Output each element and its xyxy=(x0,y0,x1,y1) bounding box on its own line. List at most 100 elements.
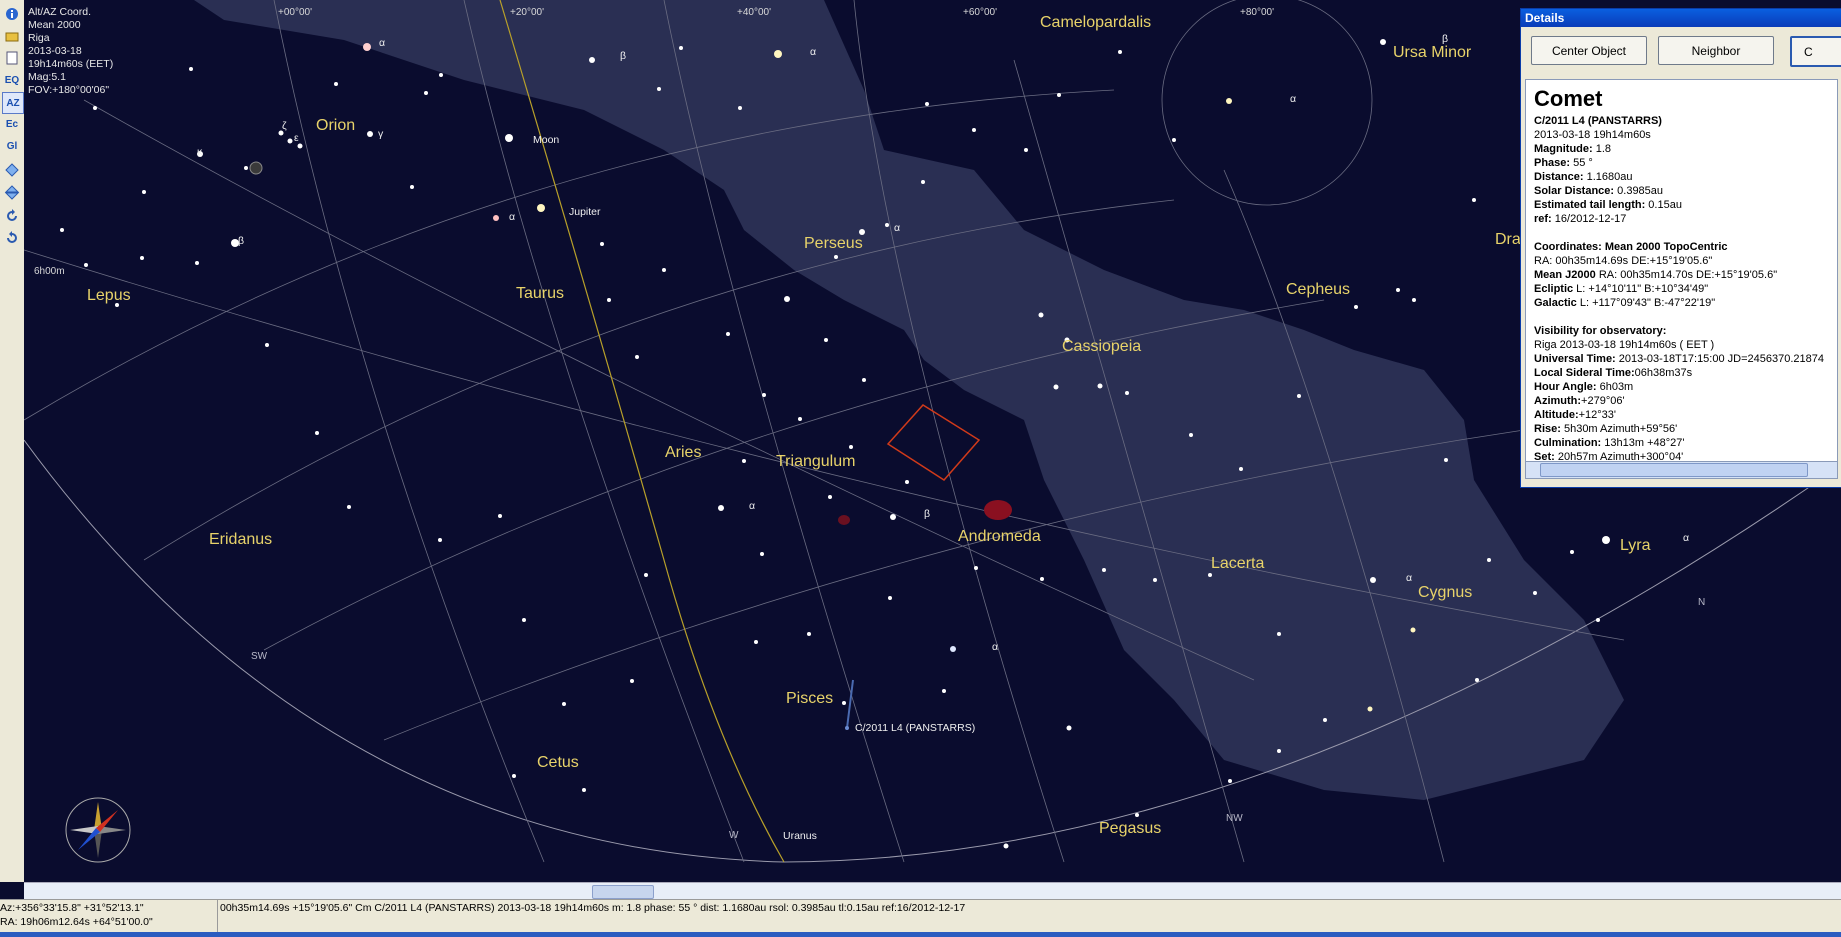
left-toolbar: EQ AZ Ec Gl xyxy=(0,0,25,882)
center-object-button[interactable]: Center Object xyxy=(1531,36,1647,65)
object-name: C/2011 L4 (PANSTARRS) xyxy=(1534,115,1662,127)
direction-nw: NW xyxy=(1226,813,1243,824)
chart-horizontal-scrollbar[interactable] xyxy=(24,882,1841,900)
constellation-ursa-minor: Ursa Minor xyxy=(1393,44,1472,61)
azimuth-key: Azimuth: xyxy=(1534,395,1582,407)
observatory-label: Riga xyxy=(28,32,50,44)
rotate-right-icon[interactable] xyxy=(2,206,22,226)
ref-key: ref: xyxy=(1534,213,1552,225)
object-label-jupiter: Jupiter xyxy=(569,206,601,218)
altaz-button[interactable]: AZ xyxy=(2,92,24,114)
grid-label-ra80: +80°00' xyxy=(1240,7,1274,18)
star-label-gamma: γ xyxy=(378,128,384,140)
star-label-beta: β xyxy=(620,50,627,62)
phase-key: Phase: xyxy=(1534,157,1571,169)
visibility-header: Visibility for observatory: xyxy=(1534,325,1667,337)
ut-value: 2013-03-18T17:15:00 JD=2456370.21874 xyxy=(1615,353,1824,365)
culmination-value: 13h13m +48°27' xyxy=(1601,437,1685,449)
flip-vertical-icon[interactable] xyxy=(2,182,22,202)
equatorial-button[interactable]: EQ xyxy=(2,70,22,90)
altitude-value: +12°33' xyxy=(1578,409,1617,421)
info-icon[interactable] xyxy=(2,4,22,24)
status-radec: RA: 19h06m12.64s +64°51'00.0" xyxy=(0,916,153,928)
details-content: Comet C/2011 L4 (PANSTARRS) 2013-03-18 1… xyxy=(1525,79,1838,464)
magnitude-key: Magnitude: xyxy=(1534,143,1593,155)
star-label-alpha: α xyxy=(1406,572,1413,584)
galactic-value: L: +117°09'43" B:-47°22'19" xyxy=(1576,297,1716,309)
compass-rose xyxy=(65,797,131,863)
distance-key: Distance: xyxy=(1534,171,1584,183)
star-label-epsilon: ε xyxy=(294,132,299,144)
constellation-triangulum: Triangulum xyxy=(776,453,856,470)
star-label-zeta: ζ xyxy=(282,120,287,132)
star-label-alpha: α xyxy=(1683,532,1690,544)
rise-key: Rise: xyxy=(1534,423,1561,435)
star-label-alpha: α xyxy=(749,500,756,512)
andromeda-galaxy xyxy=(984,500,1012,520)
date-label: 2013-03-18 xyxy=(28,45,82,57)
culmination-key: Culmination: xyxy=(1534,437,1602,449)
observatory-line: Riga 2013-03-18 19h14m60s ( EET ) xyxy=(1534,339,1715,351)
star-label-alpha: α xyxy=(810,46,817,58)
coordinates-header: Coordinates: Mean 2000 TopoCentric xyxy=(1534,241,1728,253)
constellation-pegasus: Pegasus xyxy=(1099,820,1162,837)
ra-line: RA: 00h35m14.69s DE:+15°19'05.6" xyxy=(1534,255,1713,267)
star-label-alpha: α xyxy=(1290,93,1297,105)
constellation-draco-partial: Dra xyxy=(1495,231,1521,248)
flip-horizontal-icon[interactable] xyxy=(2,160,22,180)
star-label-alpha: α xyxy=(894,222,901,234)
tail-length-key: Estimated tail length: xyxy=(1534,199,1646,211)
star-label-alpha: α xyxy=(379,37,386,49)
constellation-lepus: Lepus xyxy=(87,287,131,304)
hour-angle-key: Hour Angle: xyxy=(1534,381,1597,393)
taskbar-strip xyxy=(0,932,1841,937)
phase-value: 55 ° xyxy=(1570,157,1593,169)
constellation-cepheus: Cepheus xyxy=(1286,281,1351,298)
status-object-info: 00h35m14.69s +15°19'05.6" Cm C/2011 L4 (… xyxy=(220,902,966,914)
status-altaz: Az:+356°33'15.8" +31°52'13.1" xyxy=(0,902,144,914)
hour-angle-value: 6h03m xyxy=(1596,381,1634,393)
constellation-taurus: Taurus xyxy=(516,285,565,302)
ecliptic-button[interactable]: Ec xyxy=(2,114,22,134)
star-label-alpha: α xyxy=(509,211,516,223)
constellation-camelopardalis: Camelopardalis xyxy=(1040,14,1152,31)
constellation-eridanus: Eridanus xyxy=(209,531,273,548)
grid-label-ra20: +20°00' xyxy=(510,7,544,18)
direction-w: W xyxy=(729,830,739,841)
time-label: 19h14m60s (EET) xyxy=(28,58,114,70)
details-title[interactable]: Details xyxy=(1521,9,1841,27)
equinox-label: Mean 2000 xyxy=(28,19,81,31)
star-label-kappa: κ xyxy=(197,146,203,158)
lst-key: Local Sideral Time: xyxy=(1534,367,1635,379)
projection-label: Alt/AZ Coord. xyxy=(28,6,92,18)
constellation-andromeda: Andromeda xyxy=(958,528,1041,545)
altitude-key: Altitude: xyxy=(1534,409,1579,421)
open-folder-icon[interactable] xyxy=(2,26,22,46)
details-horizontal-scrollbar[interactable] xyxy=(1525,461,1838,479)
constellation-cassiopeia: Cassiopeia xyxy=(1062,338,1142,355)
rotate-left-icon[interactable] xyxy=(2,228,22,248)
page-icon[interactable] xyxy=(2,48,22,68)
rise-value: 5h30m Azimuth+59°56' xyxy=(1560,423,1678,435)
third-button-partial[interactable]: C xyxy=(1790,36,1841,67)
azimuth-value: +279°06' xyxy=(1581,395,1625,407)
constellation-cygnus: Cygnus xyxy=(1418,584,1473,601)
object-datetime: 2013-03-18 19h14m60s xyxy=(1534,129,1651,141)
star-label-alpha: α xyxy=(992,641,999,653)
constellation-orion: Orion xyxy=(316,117,356,134)
star-label-beta: β xyxy=(238,235,245,247)
constellation-perseus: Perseus xyxy=(804,235,863,252)
direction-sw: SW xyxy=(251,651,268,662)
details-scroll-thumb[interactable] xyxy=(1540,463,1808,477)
galactic-button[interactable]: Gl xyxy=(2,136,22,156)
status-bar: Az:+356°33'15.8" +31°52'13.1" RA: 19h06m… xyxy=(0,899,1841,933)
neighbor-button[interactable]: Neighbor xyxy=(1658,36,1774,65)
ref-value: 16/2012-12-17 xyxy=(1551,213,1627,225)
constellation-lyra: Lyra xyxy=(1620,537,1651,554)
constellation-pisces: Pisces xyxy=(786,690,834,707)
solar-distance-key: Solar Distance: xyxy=(1534,185,1615,197)
chart-scroll-thumb[interactable] xyxy=(592,885,654,899)
magnitude-value: 1.8 xyxy=(1592,143,1612,155)
star-label-beta: β xyxy=(1442,33,1449,45)
lst-value: 06h38m37s xyxy=(1634,367,1693,379)
